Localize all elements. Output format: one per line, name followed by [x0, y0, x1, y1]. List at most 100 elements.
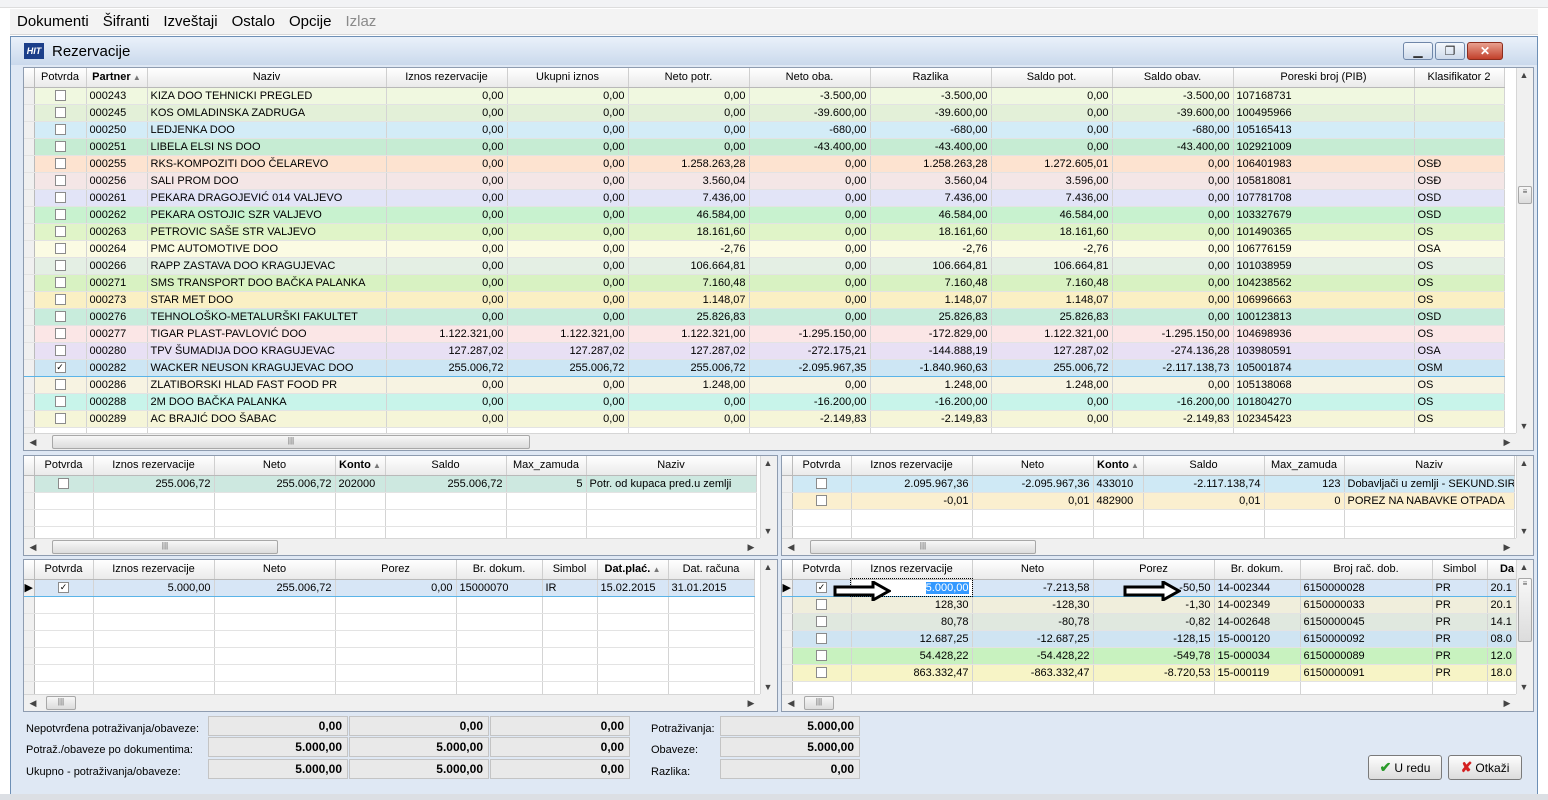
- row-selector[interactable]: [24, 475, 35, 493]
- confirm-checkbox[interactable]: [816, 633, 827, 645]
- confirm-checkbox[interactable]: [54, 90, 66, 102]
- scroll-up-icon[interactable]: ▲: [761, 562, 775, 572]
- confirm-cell[interactable]: [34, 172, 87, 190]
- column-header[interactable]: Konto ▲: [335, 456, 386, 476]
- column-header[interactable]: Dat.plać. ▲: [597, 560, 669, 580]
- column-header[interactable]: Konto ▲: [1093, 456, 1144, 476]
- row-selector[interactable]: [24, 172, 35, 190]
- table-row[interactable]: ✓ 000282 WACKER NEUSON KRAGUJEVAC DOO 255.0…: [24, 358, 1505, 377]
- column-header[interactable]: Dat. računa: [668, 560, 755, 580]
- confirm-cell[interactable]: [34, 257, 87, 275]
- column-header[interactable]: Saldo pot.: [991, 68, 1113, 88]
- confirm-checkbox[interactable]: [54, 124, 66, 136]
- table-row[interactable]: 12.687,25 -12.687,25 -128,15 15-000120 61500…: [782, 630, 1516, 648]
- row-selector[interactable]: [782, 526, 793, 538]
- column-header[interactable]: Ukupni iznos: [507, 68, 629, 88]
- confirm-cell[interactable]: [792, 681, 852, 694]
- cancel-button[interactable]: ✘ Otkaži: [1448, 755, 1522, 780]
- row-selector[interactable]: [24, 155, 35, 173]
- minimize-button[interactable]: ▁: [1403, 42, 1433, 60]
- row-selector[interactable]: [782, 509, 793, 527]
- confirm-cell[interactable]: [34, 291, 87, 309]
- table-row[interactable]: 255.006,72 255.006,72 202000 255.006,72 5 Pot…: [24, 475, 757, 493]
- confirm-cell[interactable]: [34, 274, 87, 292]
- menu-opcije[interactable]: Opcije: [282, 13, 339, 30]
- row-selector[interactable]: [24, 138, 35, 156]
- confirm-cell[interactable]: [34, 681, 94, 694]
- confirm-checkbox[interactable]: [816, 667, 827, 679]
- column-header[interactable]: Neto: [972, 560, 1094, 580]
- column-header[interactable]: Potvrda: [792, 456, 852, 476]
- column-header[interactable]: Saldo obav.: [1112, 68, 1234, 88]
- column-header[interactable]: Neto potr.: [628, 68, 750, 88]
- row-selector[interactable]: [24, 358, 35, 377]
- confirm-cell[interactable]: [34, 223, 87, 241]
- scroll-down-icon[interactable]: ▼: [1517, 682, 1531, 692]
- restore-button[interactable]: ❐: [1435, 42, 1465, 60]
- confirm-checkbox[interactable]: [54, 294, 66, 306]
- table-row[interactable]: 2.095.967,36 -2.095.967,36 433010 -2.117.13…: [782, 475, 1515, 493]
- confirm-checkbox[interactable]: [54, 141, 66, 153]
- column-header[interactable]: Max_zamuda: [506, 456, 587, 476]
- column-header[interactable]: Neto: [972, 456, 1094, 476]
- confirm-checkbox[interactable]: [54, 243, 66, 255]
- scroll-right-icon[interactable]: ▶: [1500, 698, 1514, 709]
- confirm-checkbox[interactable]: [54, 345, 66, 357]
- confirm-cell[interactable]: [34, 664, 94, 682]
- column-header[interactable]: Neto: [214, 456, 336, 476]
- confirm-checkbox[interactable]: [54, 311, 66, 323]
- table-row[interactable]: 000271 SMS TRANSPORT DOO BAČKA PALANKA 0,0…: [24, 274, 1505, 292]
- row-selector[interactable]: [24, 613, 35, 631]
- vertical-scrollbar[interactable]: ▲ ▼ ≡: [1516, 560, 1533, 694]
- confirm-cell[interactable]: [792, 526, 852, 538]
- confirm-checkbox[interactable]: [54, 175, 66, 187]
- table-row[interactable]: 000289 AC BRAJIĆ DOO ŠABAC 0,00 0,00 0,00 -2.…: [24, 410, 1505, 428]
- row-selector[interactable]: [24, 526, 35, 538]
- menu-izvestaji[interactable]: Izveštaji: [156, 13, 224, 30]
- table-row[interactable]: 000255 RKS-KOMPOZITI DOO ČELAREVO 0,00 0,00…: [24, 155, 1505, 173]
- confirm-cell[interactable]: [792, 647, 852, 665]
- row-selector[interactable]: [782, 613, 793, 631]
- table-row[interactable]: 000256 SALI PROM DOO 0,00 0,00 3.560,04 0,00 3…: [24, 172, 1505, 190]
- scroll-left-icon[interactable]: ◀: [26, 437, 40, 448]
- row-selector[interactable]: [24, 325, 35, 343]
- column-header[interactable]: Saldo: [1143, 456, 1265, 476]
- table-row[interactable]: [24, 613, 755, 631]
- confirm-checkbox[interactable]: [816, 495, 827, 507]
- scroll-left-icon[interactable]: ◀: [26, 542, 40, 553]
- confirm-checkbox[interactable]: [58, 478, 69, 490]
- table-row[interactable]: [24, 630, 755, 648]
- row-selector[interactable]: [24, 630, 35, 648]
- column-header[interactable]: Br. dokum.: [1214, 560, 1301, 580]
- table-row[interactable]: 000266 RAPP ZASTAVA DOO KRAGUJEVAC 0,00 0,0…: [24, 257, 1505, 275]
- horizontal-scrollbar[interactable]: ◀ ▶ |||: [24, 694, 760, 711]
- confirm-cell[interactable]: [34, 596, 94, 614]
- confirm-checkbox[interactable]: [54, 277, 66, 289]
- scroll-thumb[interactable]: |||: [46, 696, 76, 710]
- table-row[interactable]: 000286 ZLATIBORSKI HLAD FAST FOOD PR 0,00 0…: [24, 376, 1505, 394]
- row-selector[interactable]: [24, 189, 35, 207]
- scroll-right-icon[interactable]: ▶: [1500, 542, 1514, 553]
- menu-ostalo[interactable]: Ostalo: [225, 13, 282, 30]
- row-selector[interactable]: [24, 104, 35, 122]
- confirm-cell[interactable]: [792, 630, 852, 648]
- table-row[interactable]: 000262 PEKARA OSTOJIC SZR VALJEVO 0,00 0,00…: [24, 206, 1505, 224]
- table-row[interactable]: [24, 526, 757, 538]
- row-selector[interactable]: [24, 257, 35, 275]
- confirm-cell[interactable]: [34, 342, 87, 360]
- column-header[interactable]: Iznos rezervacije: [851, 560, 973, 580]
- column-header[interactable]: Potvrda: [34, 456, 94, 476]
- column-header[interactable]: Neto oba.: [749, 68, 871, 88]
- row-selector[interactable]: [782, 664, 793, 682]
- confirm-checkbox[interactable]: [816, 616, 827, 628]
- table-row[interactable]: 000250 LEDJENKA DOO 0,00 0,00 0,00 -680,00 -68…: [24, 121, 1505, 139]
- column-header[interactable]: Da: [1487, 560, 1516, 580]
- confirm-checkbox[interactable]: [54, 260, 66, 272]
- scroll-thumb[interactable]: ≡: [1518, 186, 1532, 204]
- scroll-down-icon[interactable]: ▼: [761, 682, 775, 692]
- row-selector[interactable]: [24, 87, 35, 105]
- confirm-cell[interactable]: [34, 155, 87, 173]
- confirm-checkbox[interactable]: [54, 396, 66, 408]
- column-header[interactable]: Neto: [214, 560, 336, 580]
- column-header[interactable]: Razlika: [870, 68, 992, 88]
